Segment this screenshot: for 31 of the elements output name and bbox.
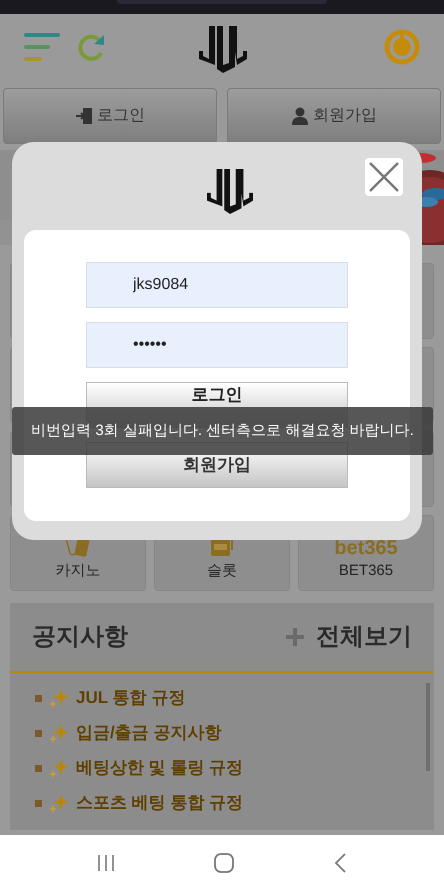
login-button[interactable]: 로그인 (3, 88, 217, 144)
notice-title: 공지사항 (32, 622, 128, 652)
notice-link[interactable]: 베팅상한 및 롤링 규정 (76, 755, 244, 781)
user-icon (291, 107, 309, 125)
game-label: BET365 (338, 560, 394, 580)
door-icon (75, 107, 93, 125)
close-icon (369, 162, 399, 192)
logo-icon (205, 168, 255, 214)
sparkle-icon (49, 758, 69, 778)
signup-button[interactable]: 회원가입 (227, 88, 441, 144)
home-icon[interactable] (214, 853, 234, 873)
password-field[interactable]: •••••• (86, 322, 348, 368)
recent-apps-icon[interactable] (97, 854, 116, 872)
notice-link[interactable]: 입금/출금 공지사항 (76, 720, 222, 746)
bullet-icon (35, 694, 42, 702)
bet365-logo: bet365 (334, 538, 398, 558)
back-icon[interactable] (332, 853, 347, 873)
logo-icon (198, 25, 248, 73)
bullet-icon (35, 764, 42, 772)
view-all-link[interactable]: 전체보기 (316, 619, 412, 655)
sparkle-icon (49, 688, 69, 708)
notice-link[interactable]: 스포츠 베팅 통합 규정 (76, 790, 244, 816)
sparkle-icon (49, 723, 69, 743)
sparkle-icon (49, 793, 69, 813)
bullet-icon (35, 800, 42, 806)
bullet-icon (35, 730, 42, 736)
close-button[interactable] (365, 158, 403, 196)
notice-link[interactable]: JUL 통합 규정 (76, 685, 186, 711)
game-label: 카지노 (56, 560, 100, 580)
toast-message: 비번입력 3회 실패입니다. 센터측으로 해결요청 바랍니다. (12, 407, 433, 455)
game-label: 슬롯 (207, 560, 237, 580)
